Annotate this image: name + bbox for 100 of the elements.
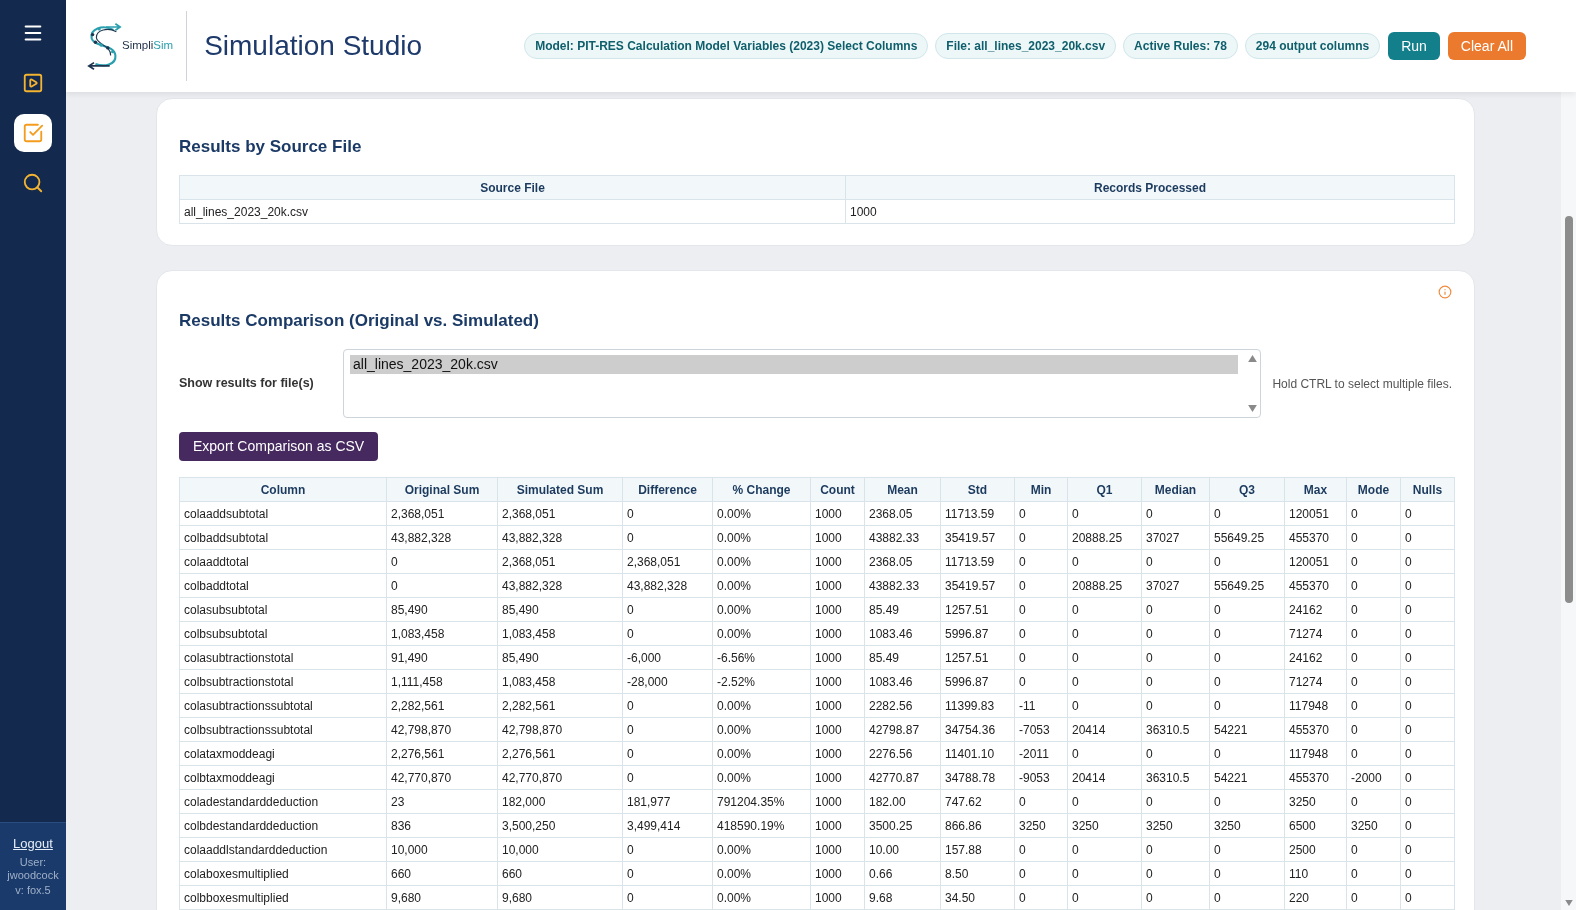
table-cell: 0 xyxy=(1014,501,1068,526)
table-cell: 1000 xyxy=(810,861,865,886)
table-cell: 23 xyxy=(386,789,498,814)
table-cell: 0 xyxy=(1209,645,1285,670)
table-cell: 42,798,870 xyxy=(386,717,498,742)
table-cell: 0 xyxy=(1141,597,1210,622)
table-cell: 1000 xyxy=(810,693,865,718)
table-cell: 0 xyxy=(1400,837,1455,862)
table-cell: 0.00% xyxy=(712,765,811,790)
table-cell: 0 xyxy=(622,717,713,742)
table-cell: 20414 xyxy=(1067,717,1142,742)
table-cell: 0 xyxy=(1014,669,1068,694)
table-cell: 0 xyxy=(1141,741,1210,766)
table-cell: 0 xyxy=(1346,861,1401,886)
table-cell: 1000 xyxy=(845,199,1455,224)
table-cell: 42770.87 xyxy=(864,765,941,790)
table-cell: 0 xyxy=(1209,861,1285,886)
table-cell: 181,977 xyxy=(622,789,713,814)
table-cell: 20888.25 xyxy=(1067,525,1142,550)
table-cell: 0 xyxy=(1400,717,1455,742)
table-cell: 660 xyxy=(386,861,498,886)
logout-link[interactable]: Logout xyxy=(13,835,53,853)
table-cell: 42,770,870 xyxy=(497,765,623,790)
hint-text: Hold CTRL to select multiple files. xyxy=(1272,375,1452,393)
table-cell: colaaddtotal xyxy=(179,549,387,574)
table-cell: 1,083,458 xyxy=(497,669,623,694)
table-cell: 0 xyxy=(1400,621,1455,646)
table-cell: 71274 xyxy=(1284,669,1347,694)
table-cell: -28,000 xyxy=(622,669,713,694)
table-cell: 1,083,458 xyxy=(497,621,623,646)
table-cell: 3500.25 xyxy=(864,813,941,838)
scrollbar[interactable] xyxy=(1561,92,1576,910)
table-cell: 0 xyxy=(1209,837,1285,862)
table-cell: 0 xyxy=(1067,645,1142,670)
table-cell: 11399.83 xyxy=(940,693,1015,718)
column-header: Q3 xyxy=(1209,477,1285,502)
table-cell: 85,490 xyxy=(386,597,498,622)
table-cell: 0.00% xyxy=(712,885,811,910)
scroll-down-arrow-icon[interactable] xyxy=(1247,405,1257,412)
table-cell: 1257.51 xyxy=(940,597,1015,622)
scroll-up-arrow-icon[interactable] xyxy=(1247,355,1257,362)
table-cell: 0 xyxy=(1014,597,1068,622)
scroll-down-arrow-icon[interactable] xyxy=(1564,900,1573,906)
file-listbox[interactable]: all_lines_2023_20k.csv xyxy=(343,349,1262,418)
table-cell: -6,000 xyxy=(622,645,713,670)
export-button[interactable]: Export Comparison as CSV xyxy=(179,432,379,461)
table-cell: coladestandarddeduction xyxy=(179,789,387,814)
table-cell: 1000 xyxy=(810,765,865,790)
table-cell: 85,490 xyxy=(497,645,623,670)
table-cell: 3250 xyxy=(1284,789,1347,814)
table-cell: 43,882,328 xyxy=(386,525,498,550)
table-cell: 1000 xyxy=(810,885,865,910)
table-cell: 0 xyxy=(1141,693,1210,718)
table-cell: 0 xyxy=(1209,549,1285,574)
table-cell: 455370 xyxy=(1284,765,1347,790)
table-cell: 0 xyxy=(1400,693,1455,718)
table-cell: 54221 xyxy=(1209,717,1285,742)
table-cell: 0 xyxy=(1400,573,1455,598)
table-cell: 8.50 xyxy=(940,861,1015,886)
scrollbar-thumb[interactable] xyxy=(1564,216,1573,603)
info-icon[interactable] xyxy=(1438,285,1452,299)
table-cell: 747.62 xyxy=(940,789,1015,814)
table-cell: 0 xyxy=(1141,837,1210,862)
list-option[interactable]: all_lines_2023_20k.csv xyxy=(350,355,1239,374)
table-cell: 0 xyxy=(1346,525,1401,550)
table-cell: -9053 xyxy=(1014,765,1068,790)
table-cell: 0 xyxy=(1014,645,1068,670)
table-cell: 37027 xyxy=(1141,525,1210,550)
table-cell: 791204.35% xyxy=(712,789,811,814)
table-cell: 1000 xyxy=(810,525,865,550)
table-cell: 43,882,328 xyxy=(622,573,713,598)
table-cell: 10,000 xyxy=(497,837,623,862)
table-cell: colaaddsubtotal xyxy=(179,501,387,526)
table-cell: 20414 xyxy=(1067,765,1142,790)
table-cell: 2,282,561 xyxy=(497,693,623,718)
nav-item[interactable] xyxy=(14,114,52,152)
table-cell: 0 xyxy=(1400,549,1455,574)
table-cell: 0.66 xyxy=(864,861,941,886)
table-cell: 1000 xyxy=(810,597,865,622)
table-cell: 0 xyxy=(1209,597,1285,622)
table-cell: 0.00% xyxy=(712,501,811,526)
table-cell: 0 xyxy=(1209,885,1285,910)
table-cell: 3250 xyxy=(1209,813,1285,838)
table-cell: 836 xyxy=(386,813,498,838)
table-cell: colasubtractionstotal xyxy=(179,645,387,670)
column-header: Records Processed xyxy=(845,175,1455,200)
table-cell: 43,882,328 xyxy=(497,573,623,598)
table-cell: 660 xyxy=(497,861,623,886)
table-cell: 1000 xyxy=(810,813,865,838)
table-cell: 0 xyxy=(1346,669,1401,694)
run-button[interactable]: Run xyxy=(1388,32,1440,60)
table-cell: 35419.57 xyxy=(940,573,1015,598)
section-title: Results Comparison (Original vs. Simulated) xyxy=(179,310,540,332)
table-cell: 55649.25 xyxy=(1209,573,1285,598)
table-cell: 43882.33 xyxy=(864,573,941,598)
column-header: Original Sum xyxy=(386,477,498,502)
column-header: Max xyxy=(1284,477,1347,502)
table-cell: 36310.5 xyxy=(1141,717,1210,742)
table-cell: 120051 xyxy=(1284,501,1347,526)
info-badge: File: all_lines_2023_20k.csv xyxy=(935,33,1117,59)
